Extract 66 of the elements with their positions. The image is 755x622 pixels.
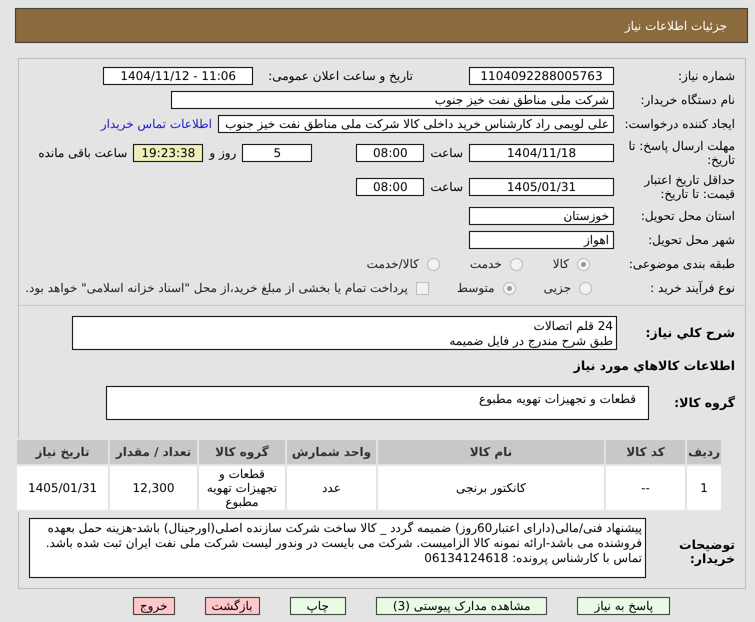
page-title: جزئیات اطلاعات نیاز <box>624 18 727 32</box>
column-header: گروه کالا <box>198 439 286 465</box>
column-header: تاریخ نیاز <box>16 439 110 465</box>
field-label: طبقه بندی موضوعی: <box>628 257 735 271</box>
action-button[interactable]: چاپ <box>290 597 346 615</box>
text-field[interactable]: خوزستان <box>469 207 614 225</box>
option-label: جزیی <box>544 281 571 295</box>
field-label: نام دستگاه خریدار: <box>640 93 735 107</box>
table-cell: قطعات و تجهیزات تهویه مطبوع <box>198 465 286 511</box>
text-field[interactable]: شرکت ملی مناطق نفت خیز جنوب <box>171 91 614 109</box>
text-field[interactable]: 5 <box>242 144 312 162</box>
column-header: ردیف <box>686 439 722 465</box>
table-cell: کانکتور برنجی <box>377 465 605 511</box>
option-label: کالا <box>552 257 569 271</box>
action-button[interactable]: پاسخ به نیاز <box>577 597 670 615</box>
column-header: کد کالا <box>604 439 686 465</box>
field-label: استان محل تحویل: <box>640 209 735 223</box>
text-field[interactable]: 08:00 <box>356 178 424 196</box>
table-cell: -- <box>604 465 686 511</box>
countdown-field[interactable]: 19:23:38 <box>133 144 204 162</box>
field-label: ساعت باقی مانده <box>38 146 128 160</box>
field-label: گروه کالا: <box>673 396 735 410</box>
option-label: متوسط <box>456 281 495 295</box>
column-header: نام کالا <box>377 439 605 465</box>
table-cell: 1 <box>686 465 722 511</box>
text-field[interactable]: علی لویمی راد کارشناس خرید داخلی کالا شرکت ملی مناطق نفت خیز جنوب <box>218 115 614 133</box>
radio-button[interactable] <box>510 258 523 270</box>
field-label: ساعت <box>430 146 463 160</box>
text-field[interactable]: 1405/01/31 <box>469 178 614 196</box>
radio-button[interactable] <box>579 282 592 294</box>
summary-field[interactable]: 24 قلم اتصالات طبق شرح مندرج در فایل ضمیمه <box>72 316 617 350</box>
field-label: توضیحات خریدار: <box>678 538 735 566</box>
radio-button[interactable] <box>502 282 516 294</box>
checkbox[interactable] <box>416 282 429 294</box>
table-cell: 1405/01/31 <box>16 465 110 511</box>
radio-button[interactable] <box>577 258 590 270</box>
field-label: روز و <box>209 146 236 160</box>
radio-button[interactable] <box>426 258 440 270</box>
column-header: تعداد / مقدار <box>109 439 198 465</box>
field-label: مهلت ارسال پاسخ: تا تاریخ: <box>627 139 735 167</box>
action-button[interactable]: بازگشت <box>204 597 260 615</box>
option-label: پرداخت تمام یا بخشی از مبلغ خرید،از محل "اسناد خزانه اسلامی" خواهد بود. <box>25 281 408 295</box>
field-label: ایجاد کننده درخواست: <box>623 117 735 131</box>
notes-field[interactable]: پیشنهاد فنی/مالی(دارای اعتبار60روز) ضمیمه گردد _ کالا ساخت شرکت سازنده اصلی(اورجینال) باشد-هزینه حمل بعهده فروشنده می باشد-ارائه نمونه کالا الزامیست. شرکت می بایست در وندور لیست شرکت ملی نفت ایران ثبت شده باشد. تماس با کارشناس پرونده: 06134124618 <box>29 518 646 578</box>
text-field[interactable]: 1104092288005763 <box>469 67 614 85</box>
table-cell: عدد <box>286 465 378 511</box>
field-label: شرح کلي نیاز: <box>644 326 735 340</box>
text-field[interactable]: اهواز <box>469 231 614 249</box>
field-label: تاریخ و ساعت اعلان عمومی: <box>268 69 413 83</box>
action-button[interactable]: خروج <box>132 597 174 615</box>
field-label: شهر محل تحویل: <box>647 233 735 247</box>
action-button[interactable]: مشاهده مدارک پیوستی (3) <box>376 597 548 615</box>
text-field[interactable]: 1404/11/18 <box>469 144 614 162</box>
option-label: کالا/خدمت <box>366 257 419 271</box>
column-header: واحد شمارش <box>286 439 378 465</box>
table-cell: 12,300 <box>109 465 198 511</box>
text-field[interactable]: 1404/11/12 - 11:06 <box>103 67 254 85</box>
goods-group-field[interactable]: قطعات و تجهیزات تهویه مطبوع <box>106 386 649 420</box>
text-field[interactable]: 08:00 <box>356 144 424 162</box>
field-label: حداقل تاریخ اعتبار قیمت: تا تاریخ: <box>642 173 735 201</box>
contact-link[interactable]: اطلاعات تماس خریدار <box>100 117 212 131</box>
field-label: شماره نیاز: <box>677 69 735 83</box>
option-label: خدمت <box>470 257 502 271</box>
field-label: ساعت <box>430 180 463 194</box>
section-title: اطلاعات کالاهاي مورد نیاز <box>574 358 735 372</box>
field-label: نوع فرآیند خرید : <box>649 281 735 295</box>
